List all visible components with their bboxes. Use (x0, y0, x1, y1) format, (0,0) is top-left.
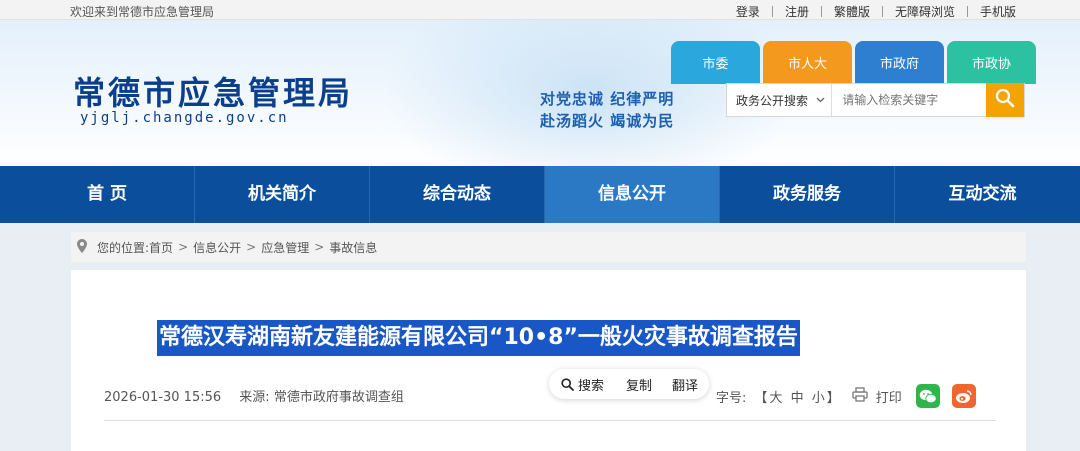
popup-search-button[interactable]: 搜索 (561, 375, 604, 394)
popup-translate-button[interactable]: 翻译 (672, 375, 698, 394)
tab-municipal-government[interactable]: 市政府 (855, 41, 944, 84)
government-tabs: 市委 市人大 市政府 市政协 (671, 41, 1039, 84)
wechat-icon (919, 389, 937, 403)
breadcrumb-separator: > (314, 240, 325, 254)
search-box: 政务公开搜索 (726, 83, 1025, 117)
share-weibo-button[interactable] (951, 384, 976, 408)
search-icon (995, 88, 1015, 112)
register-link[interactable]: 注册 (785, 3, 809, 20)
welcome-text: 欢迎来到常德市应急管理局 (70, 5, 215, 19)
nav-news[interactable]: 综合动态 (370, 166, 545, 223)
main-nav: 首 页 机关简介 综合动态 信息公开 政务服务 互动交流 (0, 166, 1080, 223)
slogan: 对党忠诚 纪律严明 赴汤蹈火 竭诚为民 (540, 88, 674, 132)
link-divider (820, 6, 822, 17)
slogan-line-2: 赴汤蹈火 竭诚为民 (540, 112, 675, 130)
link-divider (881, 6, 883, 17)
source-value: 常德市政府事故调查组 (273, 390, 404, 405)
article-tools: 字号: 【大 中 小】 打印 (716, 384, 976, 408)
article-panel: 常德汉寿湖南新友建能源有限公司“10•8”一般火灾事故调查报告 搜索 复制 翻译… (71, 270, 1026, 451)
publish-date: 2026-01-30 15:56 (104, 390, 222, 405)
print-button[interactable]: 打印 (876, 387, 902, 406)
font-size-options: 【大 中 小】 (754, 387, 841, 406)
mobile-version-link[interactable]: 手机版 (980, 3, 1016, 20)
traditional-chinese-link[interactable]: 繁體版 (834, 3, 870, 20)
link-divider (771, 6, 773, 17)
breadcrumb-separator: > (246, 240, 257, 254)
tab-municipal-committee[interactable]: 市委 (671, 41, 760, 84)
site-title[interactable]: 常德市应急管理局 (73, 68, 353, 114)
breadcrumb-separator: > (178, 240, 189, 254)
nav-interaction[interactable]: 互动交流 (895, 166, 1070, 223)
chevron-down-icon (816, 95, 825, 106)
nav-info-disclosure[interactable]: 信息公开 (545, 166, 720, 223)
bracket-open: 【 (754, 390, 770, 406)
source-label: 来源: (239, 390, 270, 405)
search-scope-select[interactable]: 政务公开搜索 (727, 84, 833, 116)
search-scope-label: 政务公开搜索 (736, 93, 809, 108)
breadcrumb-prefix: 您的位置: (97, 240, 150, 255)
share-wechat-button[interactable] (915, 384, 940, 408)
font-size-medium[interactable]: 中 (791, 391, 806, 406)
breadcrumb-home[interactable]: 首页 (149, 239, 173, 256)
search-icon (561, 377, 574, 391)
accessibility-link[interactable]: 无障碍浏览 (895, 3, 955, 20)
weibo-icon (955, 389, 972, 403)
article-meta: 2026-01-30 15:56 来源: 常德市政府事故调查组 (104, 386, 404, 405)
breadcrumb-accident-info[interactable]: 事故信息 (329, 239, 377, 256)
article-title[interactable]: 常德汉寿湖南新友建能源有限公司“10•8”一般火灾事故调查报告 (157, 320, 800, 356)
popup-copy-button[interactable]: 复制 (626, 375, 652, 394)
site-header: 常德市应急管理局 yjglj.changde.gov.cn 对党忠诚 纪律严明 … (0, 20, 1080, 166)
bracket-close: 】 (826, 390, 842, 406)
breadcrumb: 您的位置: 首页 > 信息公开 > 应急管理 > 事故信息 (71, 232, 1026, 262)
search-button[interactable] (986, 83, 1024, 117)
selection-popup: 搜索 复制 翻译 (549, 369, 709, 399)
location-pin-icon (77, 238, 87, 256)
printer-icon[interactable] (852, 386, 868, 406)
top-links: 登录 注册 繁體版 无障碍浏览 手机版 (736, 3, 1016, 20)
nav-about[interactable]: 机关简介 (195, 166, 370, 223)
font-size-label: 字号: (716, 390, 747, 406)
tab-municipal-cppcc[interactable]: 市政协 (947, 41, 1036, 84)
breadcrumb-info-disclosure[interactable]: 信息公开 (193, 239, 241, 256)
meta-divider (104, 420, 996, 421)
nav-services[interactable]: 政务服务 (720, 166, 895, 223)
tab-municipal-congress[interactable]: 市人大 (763, 41, 852, 84)
breadcrumb-emergency-management[interactable]: 应急管理 (261, 239, 309, 256)
popup-search-label: 搜索 (578, 378, 605, 394)
search-input[interactable] (832, 84, 987, 116)
site-url: yjglj.changde.gov.cn (80, 110, 289, 126)
nav-home[interactable]: 首 页 (20, 166, 195, 223)
slogan-line-1: 对党忠诚 纪律严明 (540, 90, 675, 108)
top-bar: 欢迎来到常德市应急管理局 登录 注册 繁體版 无障碍浏览 手机版 (0, 0, 1080, 20)
font-size-large[interactable]: 大 (769, 391, 784, 406)
link-divider (966, 6, 968, 17)
font-size-small[interactable]: 小 (812, 391, 827, 406)
login-link[interactable]: 登录 (736, 3, 760, 20)
